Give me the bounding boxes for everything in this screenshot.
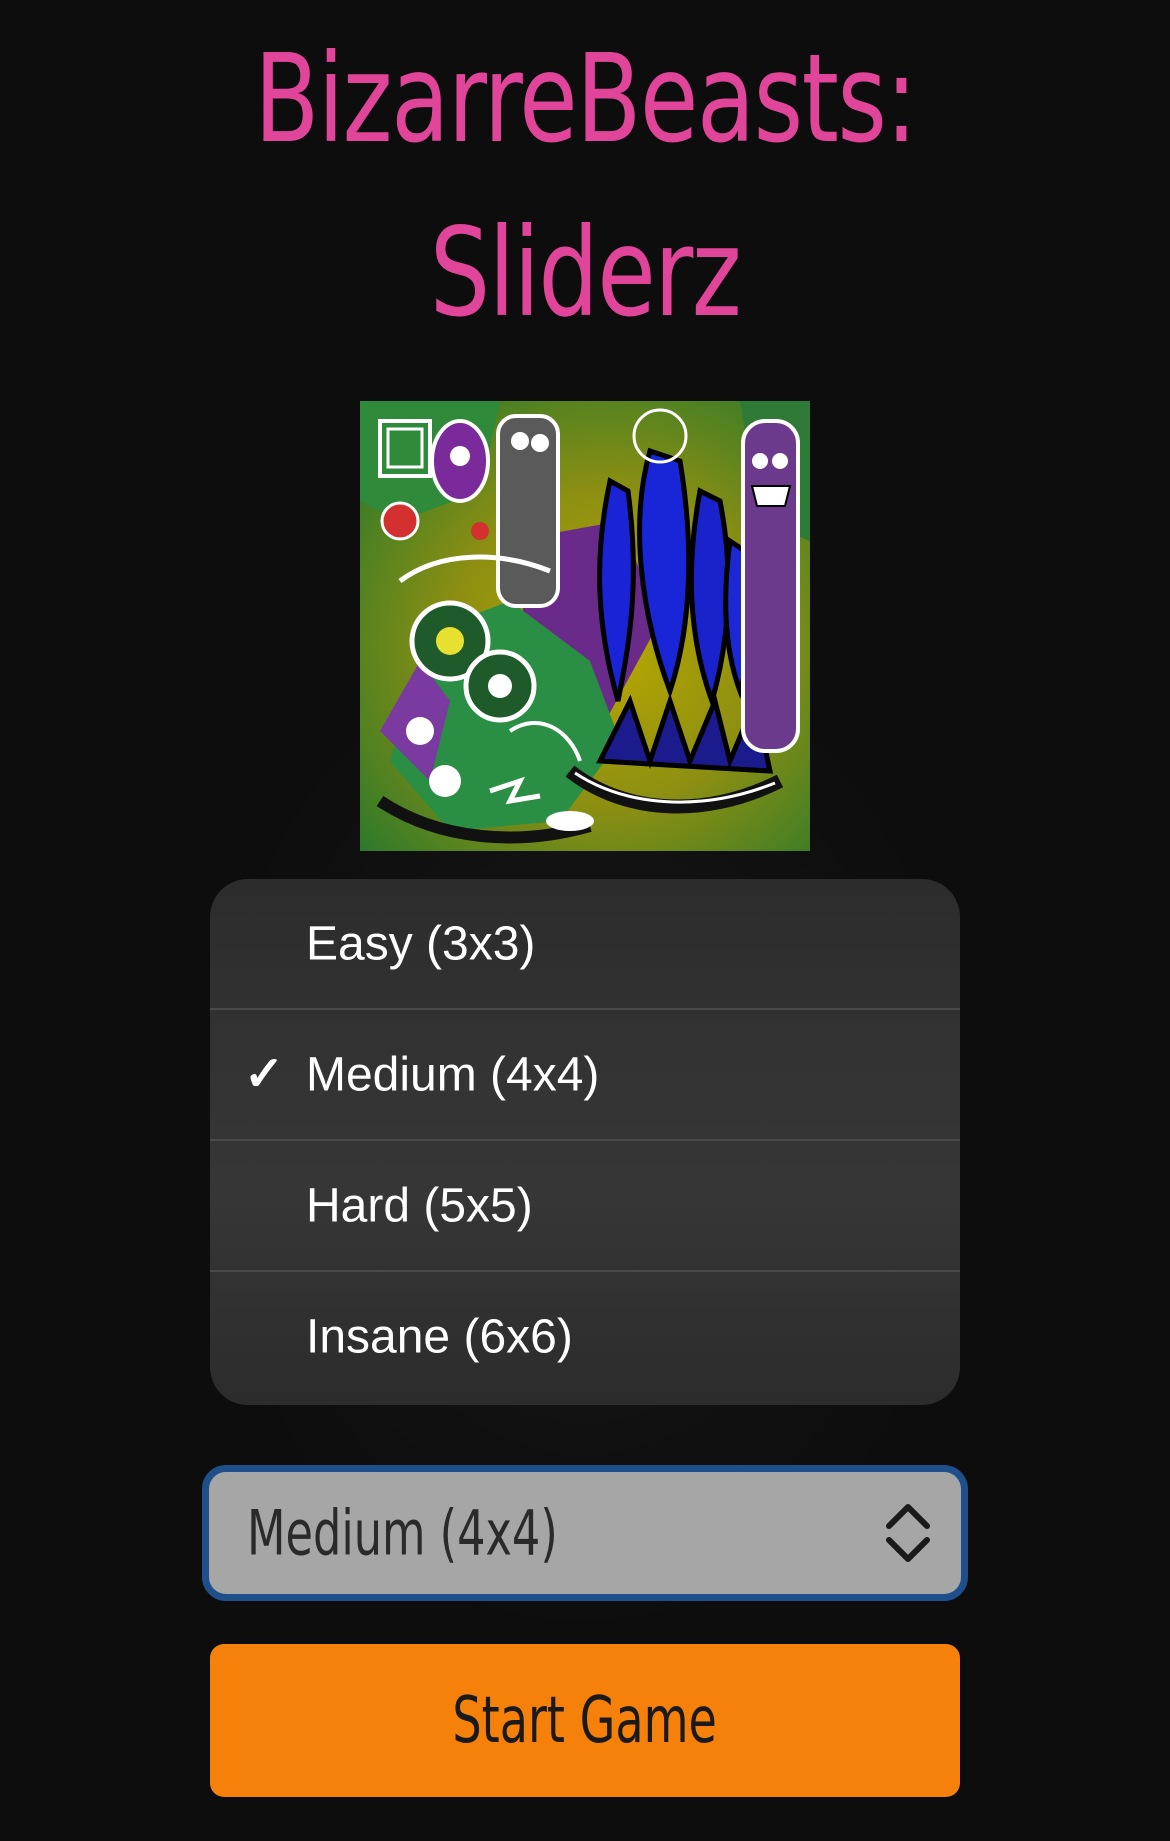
menu-item-insane[interactable]: Insane (6x6) <box>210 1272 960 1402</box>
difficulty-dropdown-menu: Easy (3x3) ✓ Medium (4x4) Hard (5x5) Ins… <box>210 879 960 1405</box>
puzzle-preview-artwork <box>360 401 810 851</box>
menu-item-easy[interactable]: Easy (3x3) <box>210 879 960 1010</box>
game-title-line-2: Sliderz <box>429 202 742 344</box>
menu-item-medium[interactable]: ✓ Medium (4x4) <box>210 1010 960 1141</box>
menu-item-label: Medium (4x4) <box>306 1048 600 1101</box>
menu-item-label: Hard (5x5) <box>306 1179 533 1232</box>
checkmark-icon: ✓ <box>244 1047 285 1101</box>
menu-item-label: Insane (6x6) <box>306 1310 573 1364</box>
chevron-up-down-icon <box>886 1504 930 1562</box>
menu-item-hard[interactable]: Hard (5x5) <box>210 1141 960 1272</box>
game-title-line-1: BizarreBeasts: <box>254 28 917 170</box>
menu-item-label: Easy (3x3) <box>306 917 536 970</box>
game-screen: BizarreBeasts: Sliderz Easy (3x3) ✓ Medi… <box>0 0 1170 1841</box>
difficulty-select[interactable]: Medium (4x4) <box>202 1465 968 1601</box>
start-game-button[interactable]: Start Game <box>210 1644 960 1797</box>
difficulty-select-value: Medium (4x4) <box>247 1496 558 1570</box>
start-game-label: Start Game <box>452 1683 718 1758</box>
